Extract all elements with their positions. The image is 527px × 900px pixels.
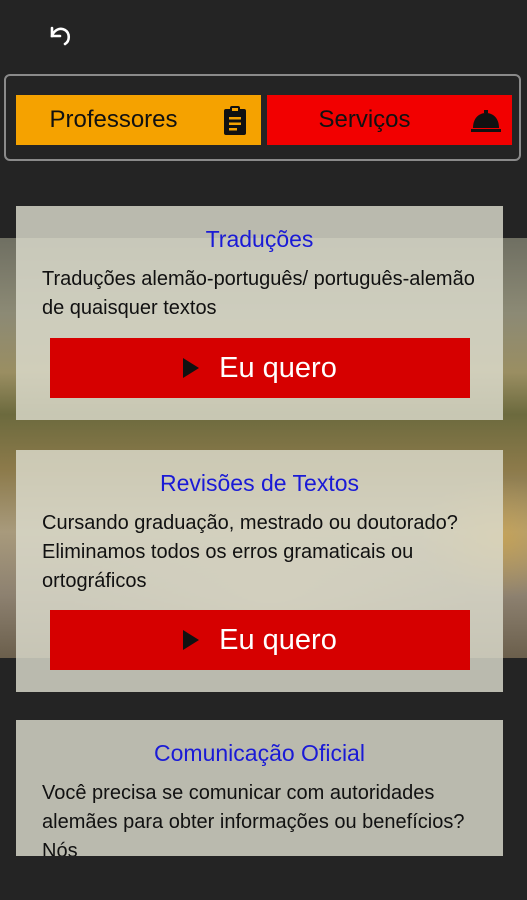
tab-professores-label: Professores <box>49 106 178 133</box>
service-card-revisoes: Revisões de Textos Cursando graduação, m… <box>16 450 503 692</box>
card-description: Cursando graduação, mestrado ou doutorad… <box>42 512 458 592</box>
tab-servicos-label: Serviços <box>318 106 411 133</box>
undo-icon <box>50 26 71 46</box>
back-button[interactable] <box>40 18 80 54</box>
cta-label: Eu quero <box>219 351 337 384</box>
card-title: Traduções <box>205 226 314 252</box>
bottom-edge <box>0 856 527 900</box>
card-title: Revisões de Textos <box>159 470 359 496</box>
service-card-traducoes: Traduções Traduções alemão-português/ po… <box>16 206 503 420</box>
eu-quero-button[interactable]: Eu quero <box>50 338 470 398</box>
card-title: Comunicação Oficial <box>154 740 365 766</box>
tab-professores[interactable]: Professores <box>16 95 261 145</box>
play-icon <box>183 358 200 378</box>
play-icon <box>183 630 200 650</box>
tab-servicos[interactable]: Serviços <box>267 95 512 145</box>
cta-label: Eu quero <box>219 623 337 656</box>
card-description: Você precisa se comunicar com autoridade… <box>42 782 465 862</box>
top-bar <box>0 0 527 72</box>
tab-bar: Professores Serviços <box>4 74 521 161</box>
service-bell-icon <box>471 110 501 132</box>
card-description: Traduções alemão-português/ português-al… <box>42 268 475 319</box>
clipboard-icon <box>224 106 246 135</box>
eu-quero-button[interactable]: Eu quero <box>50 610 470 670</box>
